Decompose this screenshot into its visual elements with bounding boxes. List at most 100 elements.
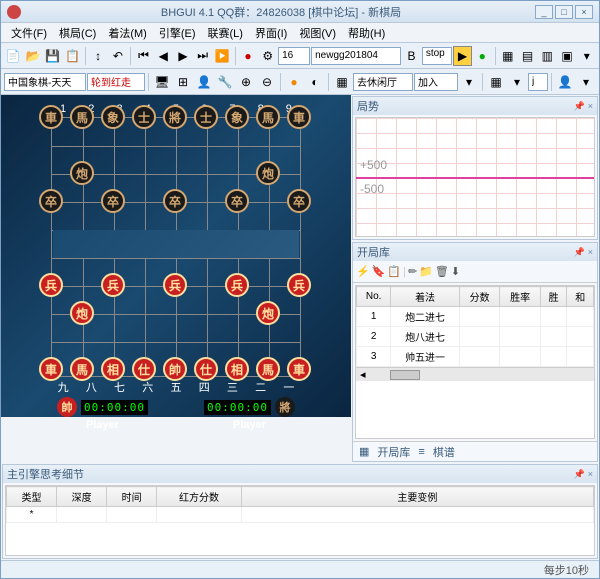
pin-icon[interactable]: 📌: [574, 101, 585, 112]
engine-combo[interactable]: [311, 47, 401, 65]
piece-red-兵[interactable]: 兵: [225, 273, 249, 297]
tab-notation[interactable]: 棋谱: [433, 444, 455, 460]
prev-icon[interactable]: ◀: [154, 46, 173, 66]
play-icon[interactable]: ▶️: [213, 46, 232, 66]
menu-item-3[interactable]: 引擎(E): [153, 23, 202, 43]
j-field[interactable]: [528, 73, 548, 91]
piece-red-相[interactable]: 相: [101, 357, 125, 381]
green-dot-icon[interactable]: ●: [473, 46, 492, 66]
tool-a-icon[interactable]: 🖥: [152, 72, 172, 92]
piece-black-象[interactable]: 象: [225, 105, 249, 129]
tool-f-icon[interactable]: ⊖: [257, 72, 277, 92]
depth-spinbox[interactable]: [278, 47, 310, 65]
ob-btn2[interactable]: 🔖: [372, 265, 386, 278]
new-icon[interactable]: 📄: [4, 46, 23, 66]
maximize-button[interactable]: □: [555, 5, 573, 19]
xiangqi-board[interactable]: 車馬象士將士象馬車炮炮卒卒卒卒卒兵兵兵兵兵炮炮車馬相仕帥仕相馬車: [51, 117, 301, 377]
piece-red-兵[interactable]: 兵: [39, 273, 63, 297]
col-header[interactable]: 类型: [7, 487, 57, 507]
piece-black-馬[interactable]: 馬: [70, 105, 94, 129]
piece-black-士[interactable]: 士: [194, 105, 218, 129]
stop-field[interactable]: stop: [422, 47, 452, 65]
first-icon[interactable]: ⏮: [134, 46, 153, 66]
piece-red-仕[interactable]: 仕: [194, 357, 218, 381]
piece-red-兵[interactable]: 兵: [287, 273, 311, 297]
layout3-icon[interactable]: ▥: [538, 46, 557, 66]
layout2-icon[interactable]: ▤: [518, 46, 537, 66]
panel-close3-icon[interactable]: ×: [588, 469, 593, 480]
piece-black-象[interactable]: 象: [101, 105, 125, 129]
piece-black-士[interactable]: 士: [132, 105, 156, 129]
piece-red-兵[interactable]: 兵: [101, 273, 125, 297]
piece-black-卒[interactable]: 卒: [101, 189, 125, 213]
chevron2-icon[interactable]: ▾: [507, 72, 527, 92]
bold-icon[interactable]: B: [402, 46, 421, 66]
piece-black-卒[interactable]: 卒: [287, 189, 311, 213]
flip-icon[interactable]: ↕: [89, 46, 108, 66]
room-combo[interactable]: [353, 73, 413, 91]
piece-red-炮[interactable]: 炮: [70, 301, 94, 325]
col-header[interactable]: 红方分数: [157, 487, 242, 507]
undo-icon[interactable]: ↶: [109, 46, 128, 66]
ob-btn6[interactable]: 🗑: [435, 265, 449, 278]
ob-btn7[interactable]: ⬇: [451, 265, 460, 278]
close-button[interactable]: ×: [575, 5, 593, 19]
col-header[interactable]: 胜: [540, 287, 567, 307]
cog-icon[interactable]: ⚙: [258, 46, 277, 66]
piece-black-卒[interactable]: 卒: [225, 189, 249, 213]
piece-red-馬[interactable]: 馬: [70, 357, 94, 381]
menu-item-6[interactable]: 视图(V): [293, 23, 342, 43]
chevron3-icon[interactable]: ▾: [576, 72, 596, 92]
red-icon[interactable]: ●: [239, 46, 258, 66]
menu-item-4[interactable]: 联赛(L): [202, 23, 249, 43]
piece-red-炮[interactable]: 炮: [256, 301, 280, 325]
menu-item-0[interactable]: 文件(F): [5, 23, 53, 43]
col-header[interactable]: 着法: [391, 287, 459, 307]
user-icon[interactable]: 👤: [555, 72, 575, 92]
chevron-down-icon[interactable]: ▾: [577, 46, 596, 66]
piece-red-兵[interactable]: 兵: [163, 273, 187, 297]
piece-black-炮[interactable]: 炮: [256, 161, 280, 185]
tab-opening[interactable]: 开局库: [377, 444, 410, 460]
table-row[interactable]: 3帅五进一: [357, 347, 594, 367]
orange-dot-icon[interactable]: ●: [284, 72, 304, 92]
save-icon[interactable]: 💾: [43, 46, 62, 66]
col-header[interactable]: 深度: [57, 487, 107, 507]
table-row[interactable]: 1炮二进七: [357, 307, 594, 327]
ob-btn1[interactable]: ⚡: [356, 265, 370, 278]
next-icon[interactable]: ▶: [174, 46, 193, 66]
copy-icon[interactable]: 📋: [63, 46, 82, 66]
last-icon[interactable]: ⏭: [193, 46, 212, 66]
engine-select[interactable]: [4, 73, 86, 91]
table-row[interactable]: 2炮八进七: [357, 327, 594, 347]
piece-black-車[interactable]: 車: [287, 105, 311, 129]
minimize-button[interactable]: _: [535, 5, 553, 19]
panel-close-icon[interactable]: ×: [588, 101, 593, 112]
menu-item-7[interactable]: 帮助(H): [342, 23, 391, 43]
open-icon[interactable]: 📂: [24, 46, 43, 66]
tool-b-icon[interactable]: ⊞: [173, 72, 193, 92]
piece-red-帥[interactable]: 帥: [163, 357, 187, 381]
piece-black-卒[interactable]: 卒: [39, 189, 63, 213]
piece-black-將[interactable]: 將: [163, 105, 187, 129]
piece-red-車[interactable]: 車: [287, 357, 311, 381]
menu-item-5[interactable]: 界面(I): [249, 23, 293, 43]
col-header[interactable]: 分数: [459, 287, 500, 307]
ob-btn4[interactable]: ✏: [408, 265, 417, 278]
col-header[interactable]: 时间: [107, 487, 157, 507]
col-header[interactable]: No.: [357, 287, 391, 307]
piece-black-車[interactable]: 車: [39, 105, 63, 129]
tool-c-icon[interactable]: 👤: [194, 72, 214, 92]
piece-black-馬[interactable]: 馬: [256, 105, 280, 129]
layout1-icon[interactable]: ▦: [498, 46, 517, 66]
piece-black-炮[interactable]: 炮: [70, 161, 94, 185]
pie-icon[interactable]: ◐: [305, 72, 325, 92]
pin3-icon[interactable]: 📌: [574, 469, 585, 480]
grid2-icon[interactable]: ▦: [486, 72, 506, 92]
piece-red-仕[interactable]: 仕: [132, 357, 156, 381]
join-combo[interactable]: [414, 73, 458, 91]
grid-icon[interactable]: ▦: [332, 72, 352, 92]
pin2-icon[interactable]: 📌: [574, 247, 585, 258]
panel-close2-icon[interactable]: ×: [588, 247, 593, 258]
tool-e-icon[interactable]: ⊕: [236, 72, 256, 92]
